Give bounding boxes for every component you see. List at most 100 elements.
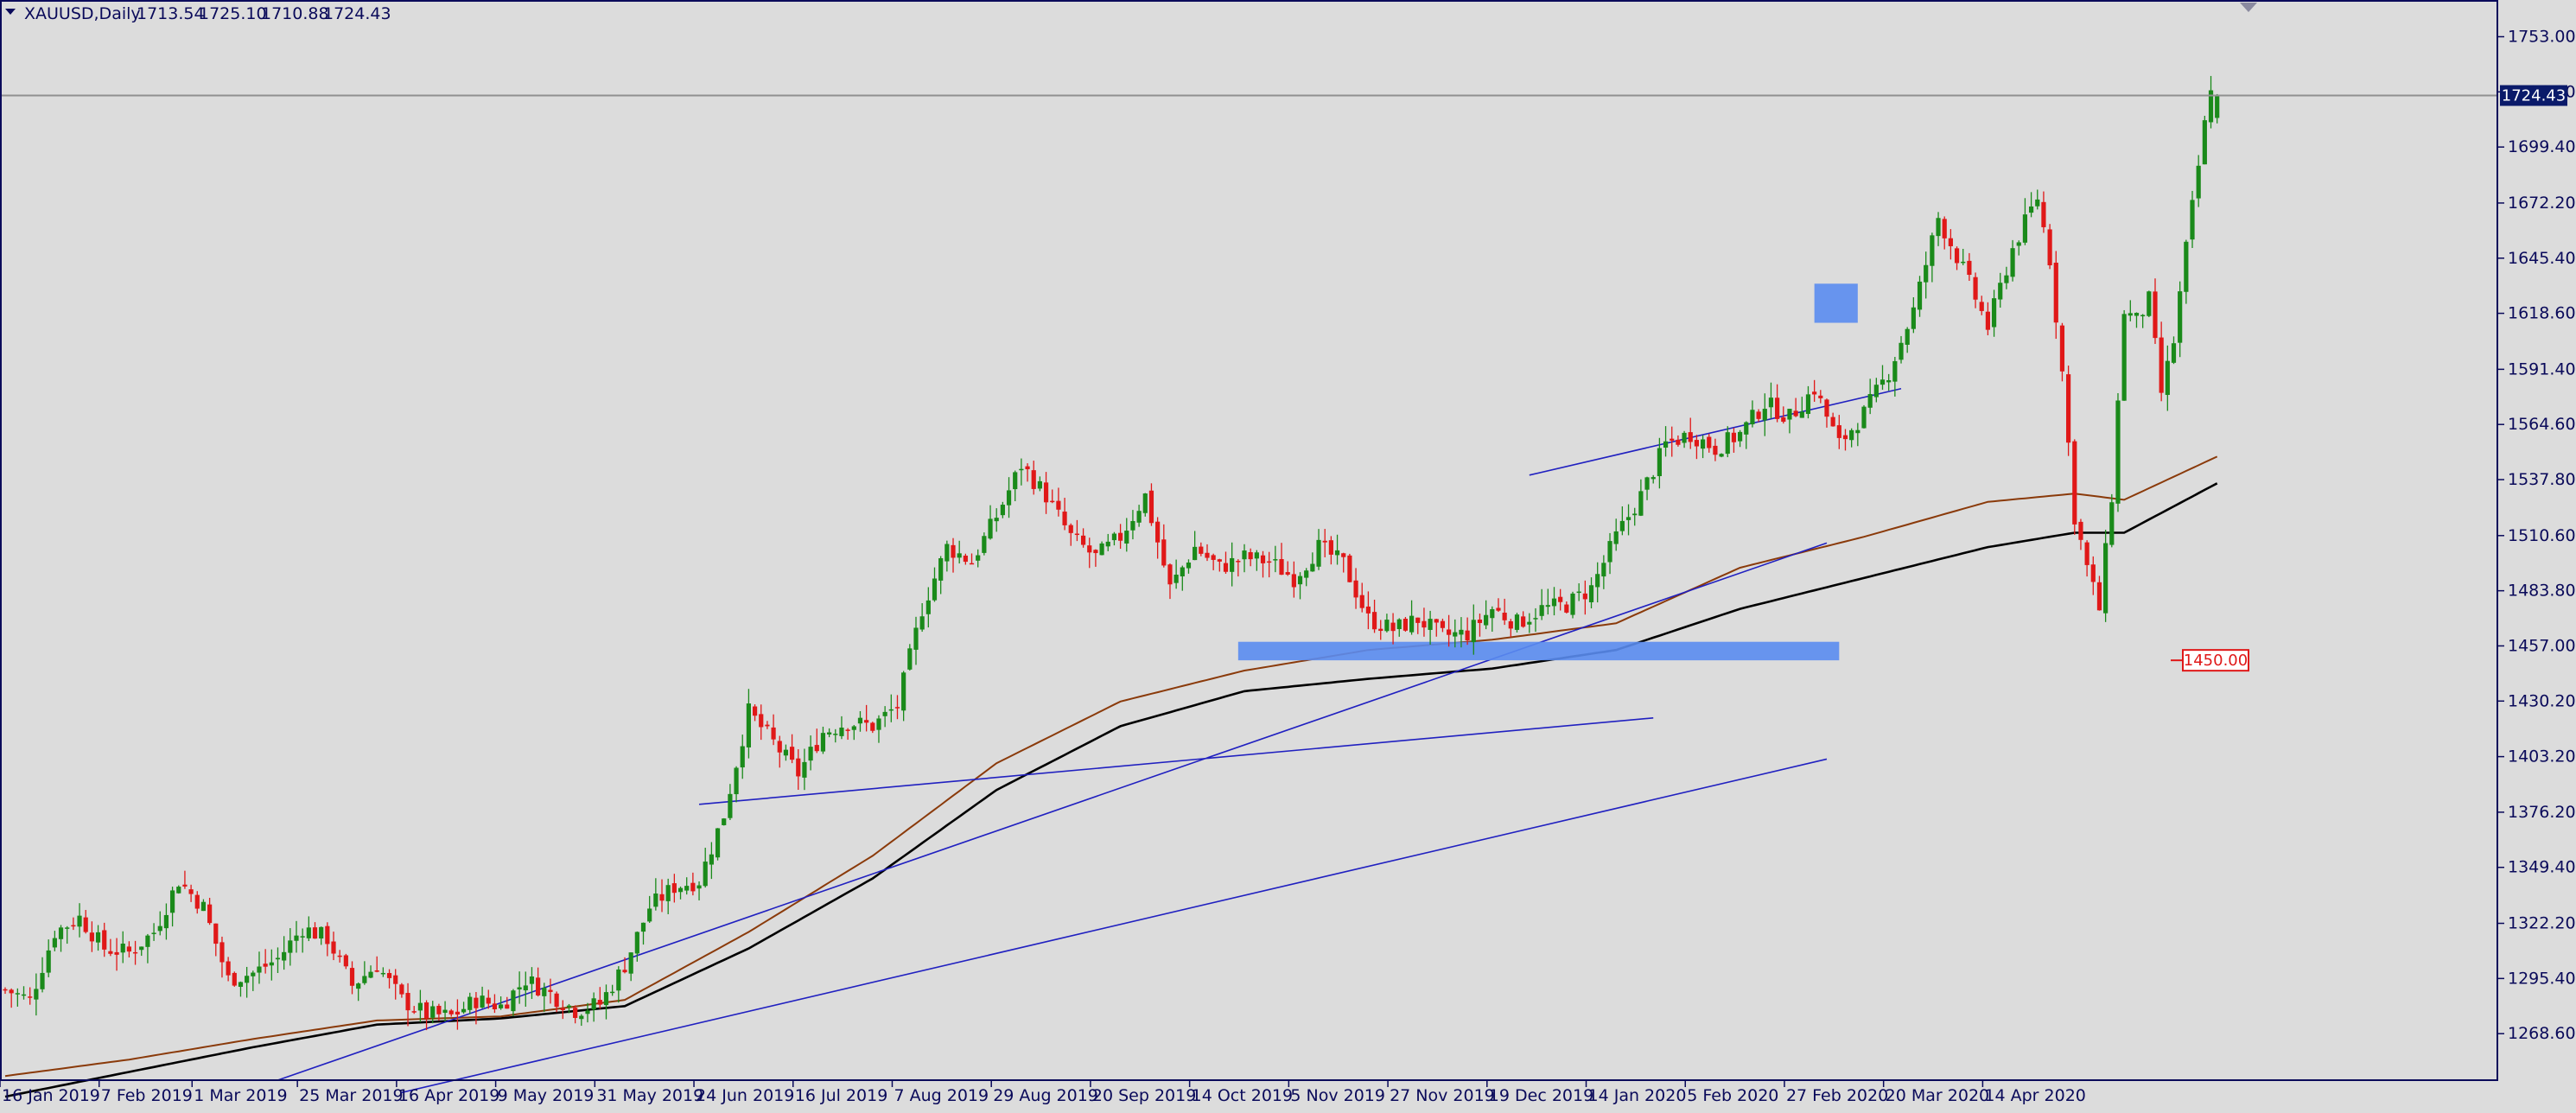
candle-body — [857, 717, 863, 724]
candle-body — [690, 882, 696, 892]
candle-body — [1657, 448, 1662, 477]
candle-body — [938, 558, 944, 581]
candle-body — [1378, 628, 1383, 632]
candle-body — [932, 578, 938, 601]
ohlc-low: 1710.88 — [261, 4, 329, 23]
candle-body — [1731, 432, 1737, 442]
candle-body — [1260, 555, 1266, 563]
candle-body — [188, 889, 194, 894]
candle-body — [1670, 438, 1675, 441]
candle-body — [808, 747, 813, 761]
candle-body — [1471, 620, 1476, 643]
candle-body — [1930, 235, 1935, 266]
candle-body — [1558, 596, 1563, 602]
candle-body — [226, 961, 231, 976]
candle-body — [232, 972, 237, 986]
time-tick-label: 24 Jun 2019 — [696, 1086, 794, 1105]
candle-body — [492, 1003, 498, 1009]
candle-body — [34, 989, 39, 1000]
candle-body — [207, 904, 213, 924]
candle-body — [467, 996, 473, 1010]
candle-body — [1434, 619, 1439, 623]
zone-1[interactable] — [1237, 641, 1840, 661]
candle-body — [1842, 435, 1848, 440]
candle-body — [1892, 360, 1898, 382]
candle-body — [21, 994, 27, 996]
candle-body — [1384, 620, 1390, 632]
chart-canvas[interactable]: 1753.001726.201699.401672.201645.401618.… — [0, 0, 2576, 1110]
candle-body — [1521, 616, 1526, 627]
candle-body — [560, 1008, 565, 1010]
price-chart[interactable]: 1753.001726.201699.401672.201645.401618.… — [0, 0, 2576, 1110]
price-tick-label: 1537.80 — [2508, 470, 2576, 489]
candle-body — [343, 955, 348, 967]
symbol-label: XAUUSD,Daily — [24, 4, 141, 23]
candle-body — [833, 734, 838, 735]
candle-body — [1105, 541, 1110, 547]
last-price-tag: 1724.43 — [2500, 85, 2567, 106]
candle-body — [2041, 201, 2046, 227]
candle-body — [1744, 422, 1749, 435]
candle-body — [1756, 411, 1761, 419]
candle-body — [200, 901, 207, 912]
time-tick-label: 7 Feb 2019 — [101, 1086, 193, 1105]
candle-body — [529, 976, 535, 984]
candle-body — [2096, 582, 2102, 611]
candle-body — [2090, 564, 2096, 582]
candle-body — [120, 943, 125, 953]
time-tick-label: 1 Mar 2019 — [194, 1086, 287, 1105]
candle-body — [282, 951, 287, 961]
candle-body — [759, 714, 764, 728]
candle-body — [511, 990, 516, 1012]
candle-body — [1750, 410, 1755, 425]
candle-body — [1297, 576, 1303, 585]
candle-body — [820, 733, 826, 752]
candle-body — [969, 563, 975, 565]
candle-body — [1440, 620, 1446, 628]
price-tick-label: 1403.20 — [2508, 747, 2576, 766]
candle-body — [1725, 432, 1730, 455]
candle-body — [1632, 513, 1638, 516]
candle-body — [2016, 242, 2021, 246]
candle-body — [337, 955, 342, 957]
candle-body — [1924, 264, 1929, 283]
candle-body — [715, 828, 721, 858]
price-tick-label: 1349.40 — [2508, 858, 2576, 877]
candle-body — [907, 648, 913, 670]
candle-body — [9, 989, 14, 994]
candle-body — [1607, 541, 1612, 563]
candle-body — [1861, 406, 1867, 429]
candle-body — [1161, 539, 1167, 566]
candle-body — [194, 894, 200, 909]
candle-body — [2121, 314, 2127, 401]
candle-body — [1886, 380, 1892, 383]
candle-body — [2202, 120, 2207, 165]
candle-body — [238, 982, 244, 987]
candle-body — [1700, 439, 1706, 449]
candle-body — [1013, 472, 1018, 490]
candle-body — [393, 975, 398, 984]
candle-body — [312, 927, 318, 939]
price-tick-label: 1699.40 — [2508, 137, 2576, 156]
candle-body — [1979, 302, 1984, 311]
candle-body — [591, 998, 596, 1010]
candle-body — [2171, 343, 2177, 363]
candle-body — [1762, 409, 1767, 421]
candle-body — [1768, 398, 1774, 408]
candle-body — [349, 968, 355, 986]
candle-body — [1676, 439, 1681, 445]
candle-body — [1155, 521, 1161, 543]
candle-body — [77, 915, 82, 927]
price-tick-label: 1510.60 — [2508, 526, 2576, 545]
candle-body — [1855, 429, 1860, 434]
candle-body — [925, 600, 931, 614]
candle-body — [1093, 550, 1098, 554]
zone-2[interactable] — [1814, 283, 1858, 323]
candle-body — [1867, 394, 1873, 408]
candle-body — [2159, 337, 2164, 393]
candle-body — [1217, 559, 1222, 562]
candle-body — [411, 1011, 417, 1013]
candle-body — [176, 887, 181, 894]
candle-body — [417, 1002, 423, 1011]
candle-body — [1688, 432, 1693, 442]
